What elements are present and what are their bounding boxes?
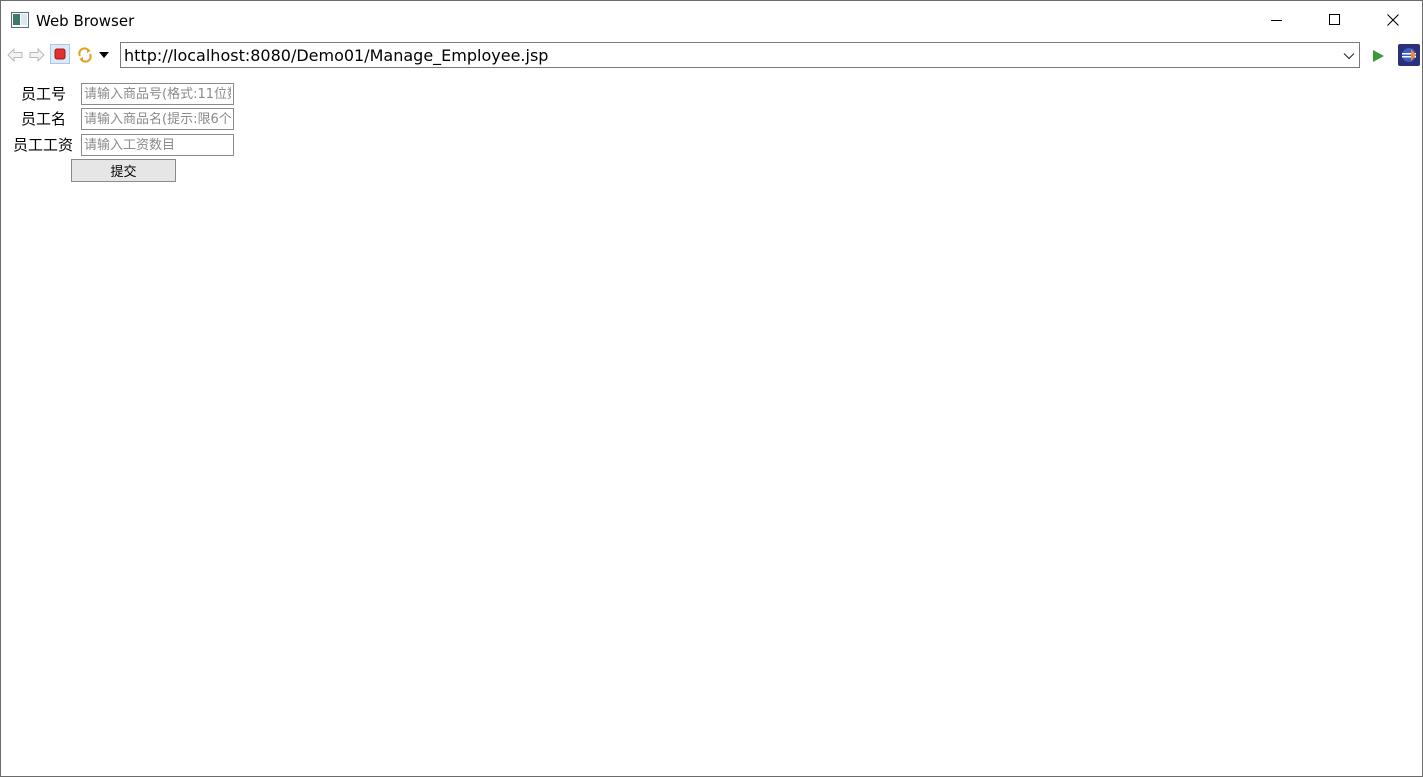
url-input[interactable] — [124, 44, 1334, 66]
maximize-icon — [1329, 14, 1340, 25]
go-icon — [1373, 50, 1384, 62]
stop-icon — [54, 48, 66, 60]
title-bar: Web Browser — [1, 1, 1422, 39]
navigation-toolbar — [1, 39, 1422, 73]
go-button[interactable] — [1368, 46, 1388, 66]
browser-window: Web Browser http://localhost:8080/Demo01… — [0, 0, 1423, 777]
back-button[interactable] — [5, 45, 25, 65]
app-window-icon — [11, 12, 29, 28]
dropdown-icon — [99, 52, 109, 58]
minimize-button[interactable] — [1248, 1, 1306, 39]
forward-button[interactable] — [27, 45, 47, 65]
maximize-button[interactable] — [1306, 1, 1364, 39]
eclipse-icon — [1398, 44, 1420, 66]
eclipse-button[interactable] — [1398, 44, 1420, 66]
close-icon — [1387, 14, 1399, 26]
employee-salary-label: 员工工资 — [13, 136, 74, 154]
employee-id-label: 员工号 — [21, 85, 67, 103]
stop-button[interactable] — [50, 44, 70, 64]
close-button[interactable] — [1364, 1, 1422, 39]
history-dropdown-button[interactable] — [96, 45, 112, 65]
employee-name-label: 员工名 — [21, 110, 67, 128]
address-bar[interactable] — [120, 42, 1360, 68]
chevron-down-icon[interactable] — [1343, 49, 1355, 61]
minimize-icon — [1271, 20, 1282, 21]
submit-button[interactable]: 提交 — [71, 159, 176, 182]
employee-salary-input[interactable] — [81, 134, 234, 156]
employee-id-input[interactable] — [81, 83, 234, 105]
refresh-button[interactable] — [75, 45, 95, 65]
refresh-icon — [78, 47, 92, 63]
back-arrow-icon — [7, 48, 23, 62]
page-content: 员工号 员工名 员工工资 提交 — [1, 73, 1422, 776]
employee-name-input[interactable] — [81, 108, 234, 130]
forward-arrow-icon — [29, 48, 45, 62]
window-title: Web Browser — [36, 12, 135, 30]
